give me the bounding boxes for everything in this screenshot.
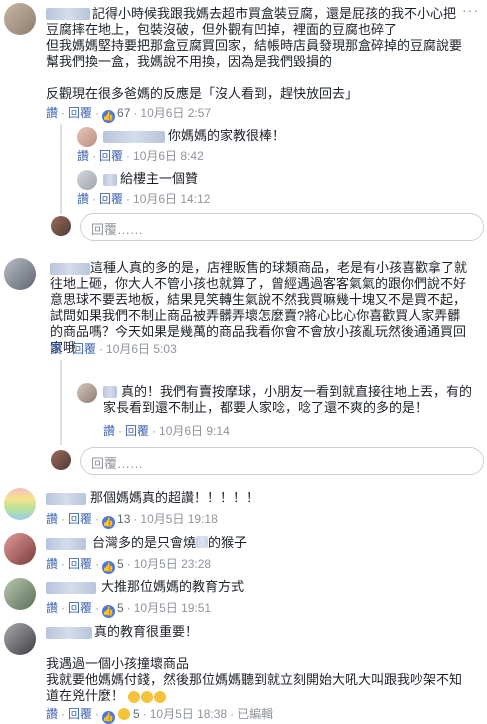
reply-input[interactable]: 回覆…… (80, 447, 484, 475)
comment-text: 台灣多的是只會燒 的猴子 (92, 535, 247, 551)
comment-meta: 讚 · 回覆 · 👍 5 · 10月5日 19:51 (46, 601, 212, 618)
comment-meta: 讚 · 回覆 · 10月6日 14:12 (77, 192, 211, 206)
more-options-icon[interactable]: ··· (462, 2, 479, 18)
commenter-name[interactable] (103, 130, 165, 145)
thumbs-up-icon: 👍 (102, 110, 116, 123)
reply-link[interactable]: 回覆 (99, 149, 123, 163)
sad-emoji-icon (118, 708, 131, 720)
timestamp[interactable]: 10月5日 19:18 (140, 512, 217, 526)
comment-text: 真的教育很重要！ 我遇過一個小孩撞壞商品 我就要他媽媽付錢，然後那位媽媽聽到就立… (46, 624, 463, 703)
like-link[interactable]: 讚 (46, 106, 58, 120)
like-link[interactable]: 讚 (77, 192, 89, 206)
comment-text: 大推那位媽媽的教育方式 (101, 579, 245, 594)
avatar[interactable] (4, 623, 36, 655)
timestamp[interactable]: 10月6日 9:14 (159, 424, 230, 438)
reply-link[interactable]: 回覆 (68, 512, 92, 526)
timestamp[interactable]: 10月5日 23:28 (134, 557, 211, 571)
emoji-group (127, 689, 166, 704)
current-user-avatar (51, 450, 71, 470)
like-count[interactable]: 👍 5 (102, 557, 124, 574)
avatar[interactable] (4, 488, 36, 520)
thumbs-up-icon: 👍 (102, 561, 116, 574)
reply-input[interactable]: 回覆…… (80, 213, 484, 241)
reply-link[interactable]: 回覆 (99, 192, 123, 206)
commenter-name[interactable] (46, 581, 96, 596)
thread-line (60, 360, 62, 445)
thumbs-up-icon: 👍 (102, 711, 116, 724)
avatar[interactable] (4, 578, 36, 610)
reply-link[interactable]: 回覆 (68, 106, 92, 120)
unamused-emoji-icon (154, 691, 166, 703)
like-link[interactable]: 讚 (46, 707, 58, 721)
current-user-avatar (51, 216, 71, 236)
comment-text: 你媽媽的家教很棒！ (168, 128, 286, 143)
comment-text: 記得小時候我跟我媽去超市買盒裝豆腐，還是屁孩的我不小心把豆腐摔在地上，包裝沒破，… (46, 6, 463, 101)
reaction-count[interactable]: 👍 5 (102, 707, 140, 724)
timestamp[interactable]: 10月6日 14:12 (133, 192, 210, 206)
like-link[interactable]: 讚 (46, 601, 58, 615)
commenter-name[interactable] (103, 173, 117, 188)
like-link[interactable]: 讚 (46, 512, 58, 526)
like-link[interactable]: 讚 (77, 149, 89, 163)
unamused-emoji-icon (141, 691, 153, 703)
reply-link[interactable]: 回覆 (68, 707, 92, 721)
avatar[interactable] (77, 383, 97, 403)
comment-text-start: 台灣多的是只會燒 (92, 535, 197, 550)
reply-link[interactable]: 回覆 (125, 424, 149, 438)
comment-meta: 讚 · 回覆 · 👍 5 · 10月5日 23:28 (46, 557, 212, 574)
like-link[interactable]: 讚 (50, 342, 62, 356)
timestamp[interactable]: 10月5日 18:38 (150, 707, 227, 721)
timestamp[interactable]: 10月6日 2:57 (140, 106, 211, 120)
avatar[interactable] (4, 3, 36, 35)
like-link[interactable]: 讚 (103, 424, 115, 438)
comment-text: 那個媽媽真的超讚！！！！！ (90, 490, 260, 505)
comment-meta: 讚 · 回覆 · 10月6日 8:42 (77, 149, 204, 163)
reply-link[interactable]: 回覆 (68, 601, 92, 615)
avatar[interactable] (4, 258, 36, 290)
avatar[interactable] (4, 533, 36, 565)
comment-meta: 讚 · 回覆 · 10月6日 5:03 (50, 342, 177, 356)
thread-line (60, 124, 62, 214)
avatar[interactable] (77, 127, 97, 147)
commenter-name[interactable] (46, 492, 86, 507)
edited-label[interactable]: 已編輯 (237, 707, 273, 721)
reply-link[interactable]: 回覆 (68, 557, 92, 571)
avatar[interactable] (77, 170, 97, 190)
commenter-name[interactable] (46, 537, 86, 552)
like-count[interactable]: 👍 67 (102, 106, 130, 123)
like-count[interactable]: 👍 5 (102, 601, 124, 618)
thumbs-up-icon: 👍 (102, 516, 116, 529)
comment-text: 給樓主一個贊 (120, 171, 199, 186)
thumbs-up-icon: 👍 (102, 605, 116, 618)
comment-meta: 讚 · 回覆 · 👍 5 · 10月5日 18:38 · 已編輯 (46, 707, 274, 724)
comment-text: 真的！我們有賣按摩球，小朋友一看到就直接往地上丟，有的家長看到還不制止，都要人家… (103, 384, 473, 415)
comment-text-end: 的猴子 (208, 535, 248, 550)
unamused-emoji-icon (128, 691, 140, 703)
comment-meta: 讚 · 回覆 · 👍 67 · 10月6日 2:57 (46, 106, 212, 123)
timestamp[interactable]: 10月6日 5:03 (106, 342, 177, 356)
timestamp[interactable]: 10月5日 19:51 (134, 601, 211, 615)
like-count[interactable]: 👍 13 (102, 512, 130, 529)
comment-meta: 讚 · 回覆 · 👍 13 · 10月5日 19:18 (46, 512, 218, 529)
comment-meta: 讚 · 回覆 · 10月6日 9:14 (103, 424, 230, 438)
like-link[interactable]: 讚 (46, 557, 58, 571)
reply-link[interactable]: 回覆 (72, 342, 96, 356)
timestamp[interactable]: 10月6日 8:42 (133, 149, 204, 163)
